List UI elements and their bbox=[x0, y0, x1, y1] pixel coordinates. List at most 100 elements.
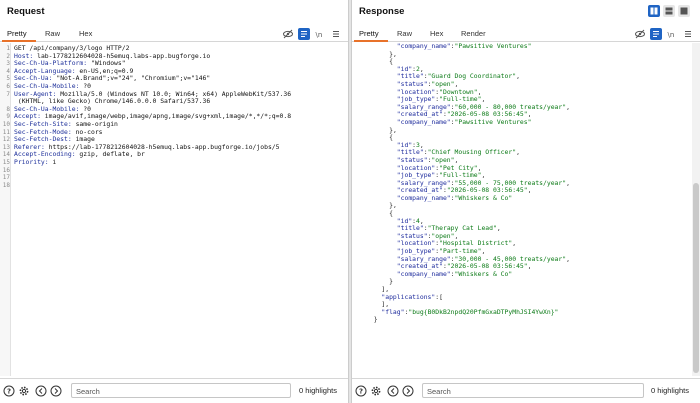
json-punct: }, bbox=[389, 50, 397, 58]
json-key: "status" bbox=[396, 156, 428, 164]
request-search-input[interactable]: Search bbox=[71, 383, 291, 398]
json-line: { bbox=[366, 210, 690, 218]
settings-icon[interactable] bbox=[18, 385, 30, 397]
request-editor[interactable]: 1 2 3 4 5 6 7 8 9 10 11 12 13 14 15 16 17 18 GET /api/com… bbox=[0, 43, 348, 376]
header-name: Accept-Encoding bbox=[14, 151, 72, 159]
json-line: "status":"open", bbox=[366, 157, 690, 165]
json-key: "company_name" bbox=[396, 43, 451, 50]
json-punct bbox=[366, 286, 381, 293]
json-line: "created_at":"2026-05-08 03:56:45", bbox=[366, 111, 690, 119]
layout-horizontal-icon[interactable] bbox=[648, 5, 660, 17]
eye-slash-icon[interactable] bbox=[282, 28, 294, 40]
json-key: "id" bbox=[396, 141, 413, 149]
help-icon[interactable]: ? bbox=[3, 385, 15, 397]
request-line: User-Agent: Mozilla/5.0 (Windows NT 10.0… bbox=[14, 90, 292, 98]
json-string: "Guard Dog Coordinator" bbox=[427, 73, 517, 81]
json-line: { bbox=[366, 58, 690, 66]
svg-text:\n: \n bbox=[668, 31, 675, 39]
request-line: Accept-Encoding: gzip, deflate, br bbox=[14, 151, 145, 159]
json-punct: , bbox=[566, 103, 570, 111]
json-punct bbox=[366, 256, 397, 263]
json-key: "job_type" bbox=[396, 248, 436, 256]
json-punct: , bbox=[516, 149, 520, 157]
tab-hex[interactable]: Hex bbox=[430, 29, 443, 38]
response-editor[interactable]: "company_name":"Pawsitive Ventures" }, {… bbox=[352, 43, 700, 376]
json-punct: , bbox=[566, 255, 570, 263]
json-key: "applications" bbox=[381, 293, 436, 301]
json-string: "Whiskers & Co" bbox=[454, 194, 513, 202]
request-highlight-count: 0 highlights bbox=[299, 386, 337, 395]
tab-hex[interactable]: Hex bbox=[79, 29, 92, 38]
json-punct: { bbox=[389, 134, 393, 142]
json-key: "created_at" bbox=[396, 187, 443, 195]
eye-slash-icon[interactable] bbox=[634, 28, 646, 40]
json-punct bbox=[366, 119, 397, 126]
json-string: "2026-05-08 03:56:45" bbox=[446, 263, 528, 271]
json-line: "status":"open", bbox=[366, 233, 690, 241]
line-number: 8 bbox=[6, 105, 10, 113]
json-string: "30,000 - 45,000 treats/year" bbox=[454, 255, 567, 263]
menu-icon[interactable] bbox=[682, 28, 694, 40]
response-scrollbar[interactable] bbox=[692, 43, 700, 376]
wrap-lines-icon[interactable] bbox=[650, 28, 662, 40]
settings-icon[interactable] bbox=[370, 385, 382, 397]
header-value: ?0 bbox=[79, 105, 91, 113]
header-value: image/avif,image/webp,image/apng,image/s… bbox=[40, 113, 292, 121]
json-punct: , bbox=[419, 217, 424, 225]
json-punct bbox=[366, 233, 397, 240]
request-line: Sec-Ch-Ua-Mobile: ?0 bbox=[14, 105, 91, 113]
json-line: "title":"Chief Mousing Officer", bbox=[366, 149, 690, 157]
tab-raw[interactable]: Raw bbox=[397, 29, 412, 38]
header-name: Accept-Language bbox=[14, 67, 72, 75]
request-line: Accept: image/avif,image/webp,image/apng… bbox=[14, 113, 292, 121]
json-line: "location":"Pet City", bbox=[366, 165, 690, 173]
json-punct: }, bbox=[389, 202, 397, 210]
json-line: { bbox=[366, 134, 690, 142]
json-key: "job_type" bbox=[396, 96, 436, 104]
json-punct: ], bbox=[381, 286, 390, 293]
tab-pretty[interactable]: Pretty bbox=[7, 29, 27, 38]
scrollbar-thumb[interactable] bbox=[693, 183, 699, 373]
help-icon[interactable]: ? bbox=[355, 385, 367, 397]
json-line: "salary_range":"60,000 - 80,000 treats/y… bbox=[366, 104, 690, 112]
json-punct bbox=[366, 294, 381, 301]
layout-single-icon[interactable] bbox=[678, 5, 690, 17]
forward-arrow-icon[interactable] bbox=[50, 385, 62, 397]
header-name: Sec-Ch-Ua-Mobile bbox=[14, 105, 76, 113]
back-arrow-icon[interactable] bbox=[35, 385, 47, 397]
request-raw-text: GET /api/company/3/logo HTTP/2 Host: lab-… bbox=[14, 45, 344, 189]
json-line: "salary_range":"30,000 - 45,000 treats/y… bbox=[366, 256, 690, 264]
json-line: "company_name":"Whiskers & Co" bbox=[366, 271, 690, 279]
json-punct bbox=[366, 134, 389, 141]
json-line: "id":4, bbox=[366, 218, 690, 226]
request-line: Host: lab-1778212604028-h5emuq.labs-app.… bbox=[14, 52, 211, 60]
line-number: 4 bbox=[6, 67, 10, 75]
json-line: }, bbox=[366, 202, 690, 210]
wrap-lines-icon[interactable] bbox=[298, 28, 310, 40]
forward-arrow-icon[interactable] bbox=[402, 385, 414, 397]
request-line-text: GET /api/company/3/logo HTTP/2 bbox=[14, 45, 130, 52]
request-title: Request bbox=[7, 6, 45, 17]
tab-render[interactable]: Render bbox=[461, 29, 486, 38]
json-line: "applications":[ bbox=[366, 294, 690, 302]
svg-text:?: ? bbox=[7, 388, 11, 396]
json-punct: , bbox=[527, 263, 532, 271]
newline-icon[interactable]: \n bbox=[314, 28, 326, 40]
header-name: Sec-Fetch-Mode bbox=[14, 128, 68, 136]
json-punct: , bbox=[481, 96, 486, 104]
tab-pretty[interactable]: Pretty bbox=[359, 29, 379, 38]
json-key: "company_name" bbox=[396, 270, 451, 278]
line-number: 13 bbox=[2, 143, 10, 151]
json-punct bbox=[366, 58, 389, 65]
back-arrow-icon[interactable] bbox=[387, 385, 399, 397]
tab-raw[interactable]: Raw bbox=[45, 29, 60, 38]
layout-vertical-icon[interactable] bbox=[663, 5, 675, 17]
json-punct: }, bbox=[389, 126, 397, 134]
response-search-input[interactable]: Search bbox=[422, 383, 644, 398]
newline-icon[interactable]: \n bbox=[666, 28, 678, 40]
request-line: Sec-Ch-Ua: "Not-A.Brand";v="24", "Chromi… bbox=[14, 75, 211, 83]
json-string: "open" bbox=[431, 232, 455, 240]
json-string: "Whiskers & Co" bbox=[454, 270, 513, 278]
menu-icon[interactable] bbox=[330, 28, 342, 40]
json-string: "55,000 - 75,000 treats/year" bbox=[454, 179, 567, 187]
